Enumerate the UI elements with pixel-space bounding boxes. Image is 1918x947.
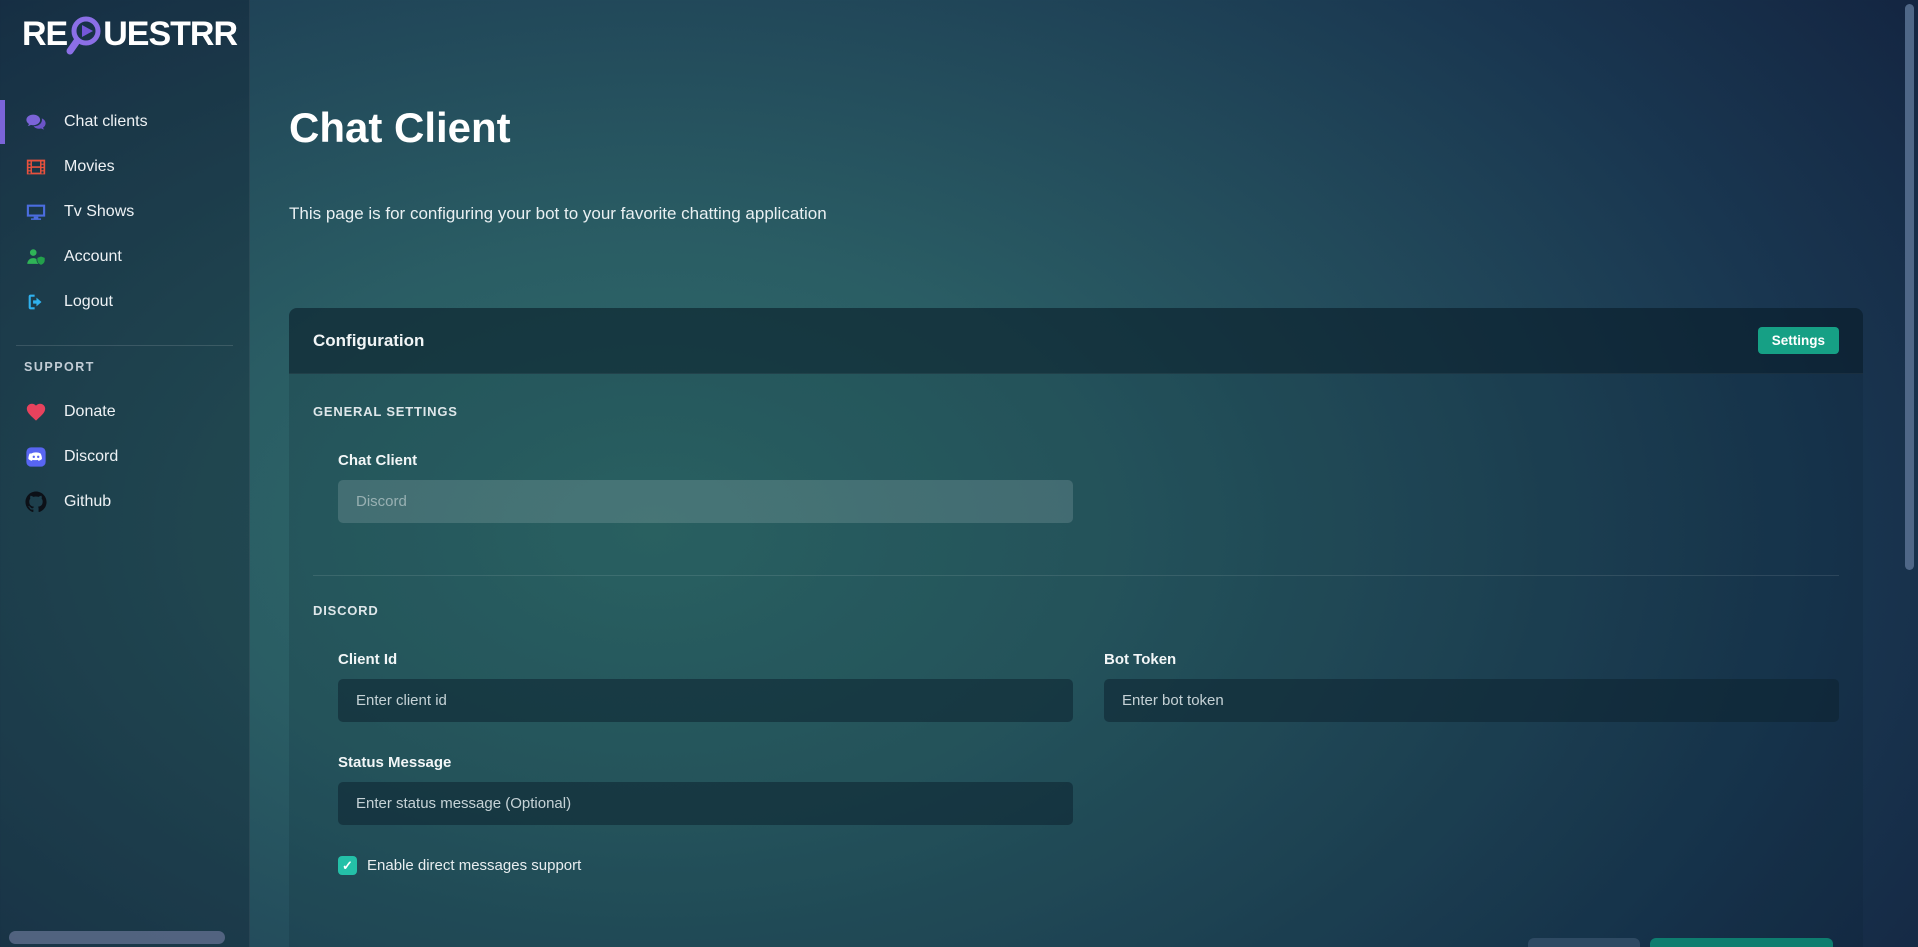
client-id-input[interactable] (338, 679, 1073, 722)
settings-button[interactable]: Settings (1758, 327, 1839, 354)
status-message-label: Status Message (338, 754, 1073, 769)
card-title: Configuration (313, 331, 424, 351)
sidebar: RE UESTRR Chat clients Movi (0, 0, 250, 947)
sidebar-item-github[interactable]: Github (0, 480, 249, 524)
main-content: Chat Client This page is for configuring… (250, 0, 1918, 947)
sidebar-item-label: Logout (64, 293, 113, 311)
card-header: Configuration Settings (289, 308, 1863, 374)
discord-heading: DISCORD (313, 603, 1839, 619)
discord-section: Client Id Bot Token Status Message ✓ (313, 619, 1839, 875)
github-icon (24, 490, 48, 514)
client-id-label: Client Id (338, 651, 1073, 666)
section-divider (313, 575, 1839, 576)
enable-dm-checkbox-row[interactable]: ✓ Enable direct messages support (338, 856, 1839, 875)
enable-dm-checkbox[interactable]: ✓ (338, 856, 357, 875)
bottom-secondary-button[interactable] (1528, 938, 1640, 947)
configuration-card: Configuration Settings GENERAL SETTINGS … (289, 308, 1863, 947)
film-icon (24, 155, 48, 179)
bottom-primary-button[interactable] (1650, 938, 1833, 947)
discord-icon (24, 445, 48, 469)
horizontal-scrollbar-thumb[interactable] (9, 931, 225, 944)
page-title: Chat Client (289, 103, 1918, 153)
sidebar-item-label: Account (64, 248, 122, 266)
sign-out-icon (24, 290, 48, 314)
sidebar-divider (16, 345, 233, 346)
sidebar-item-account[interactable]: Account (0, 235, 249, 279)
chat-client-input[interactable] (338, 480, 1073, 523)
enable-dm-label: Enable direct messages support (367, 857, 581, 874)
general-settings-section: Chat Client (313, 452, 1839, 523)
sidebar-support-nav: Donate Discord Github (0, 390, 249, 524)
chat-client-label: Chat Client (338, 452, 1073, 467)
user-shield-icon (24, 245, 48, 269)
sidebar-item-label: Discord (64, 448, 118, 466)
sidebar-item-discord[interactable]: Discord (0, 435, 249, 479)
page-description: This page is for configuring your bot to… (289, 203, 1918, 225)
sidebar-item-logout[interactable]: Logout (0, 280, 249, 324)
logo-magnifier-play-icon (65, 14, 105, 56)
tv-icon (24, 200, 48, 224)
bot-token-input[interactable] (1104, 679, 1839, 722)
sidebar-item-movies[interactable]: Movies (0, 145, 249, 189)
comments-icon (24, 110, 48, 134)
status-message-input[interactable] (338, 782, 1073, 825)
sidebar-item-tv-shows[interactable]: Tv Shows (0, 190, 249, 234)
general-settings-heading: GENERAL SETTINGS (313, 404, 1839, 420)
bot-token-label: Bot Token (1104, 651, 1839, 666)
sidebar-item-label: Movies (64, 158, 115, 176)
app-logo[interactable]: RE UESTRR (22, 12, 249, 56)
heart-icon (24, 400, 48, 424)
checkmark-icon: ✓ (342, 859, 353, 872)
logo-text-uestrr: UESTRR (103, 15, 237, 54)
logo-text-re: RE (22, 15, 67, 54)
sidebar-item-label: Tv Shows (64, 203, 134, 221)
sidebar-item-donate[interactable]: Donate (0, 390, 249, 434)
sidebar-nav: Chat clients Movies Tv Shows (0, 100, 249, 324)
sidebar-item-label: Github (64, 493, 111, 511)
active-indicator (0, 100, 5, 144)
vertical-scrollbar-thumb[interactable] (1905, 4, 1914, 570)
support-section-label: SUPPORT (24, 360, 249, 375)
sidebar-item-label: Chat clients (64, 113, 148, 131)
card-body: GENERAL SETTINGS Chat Client DISCORD Cli… (289, 374, 1863, 875)
sidebar-item-chat-clients[interactable]: Chat clients (0, 100, 249, 144)
sidebar-item-label: Donate (64, 403, 116, 421)
